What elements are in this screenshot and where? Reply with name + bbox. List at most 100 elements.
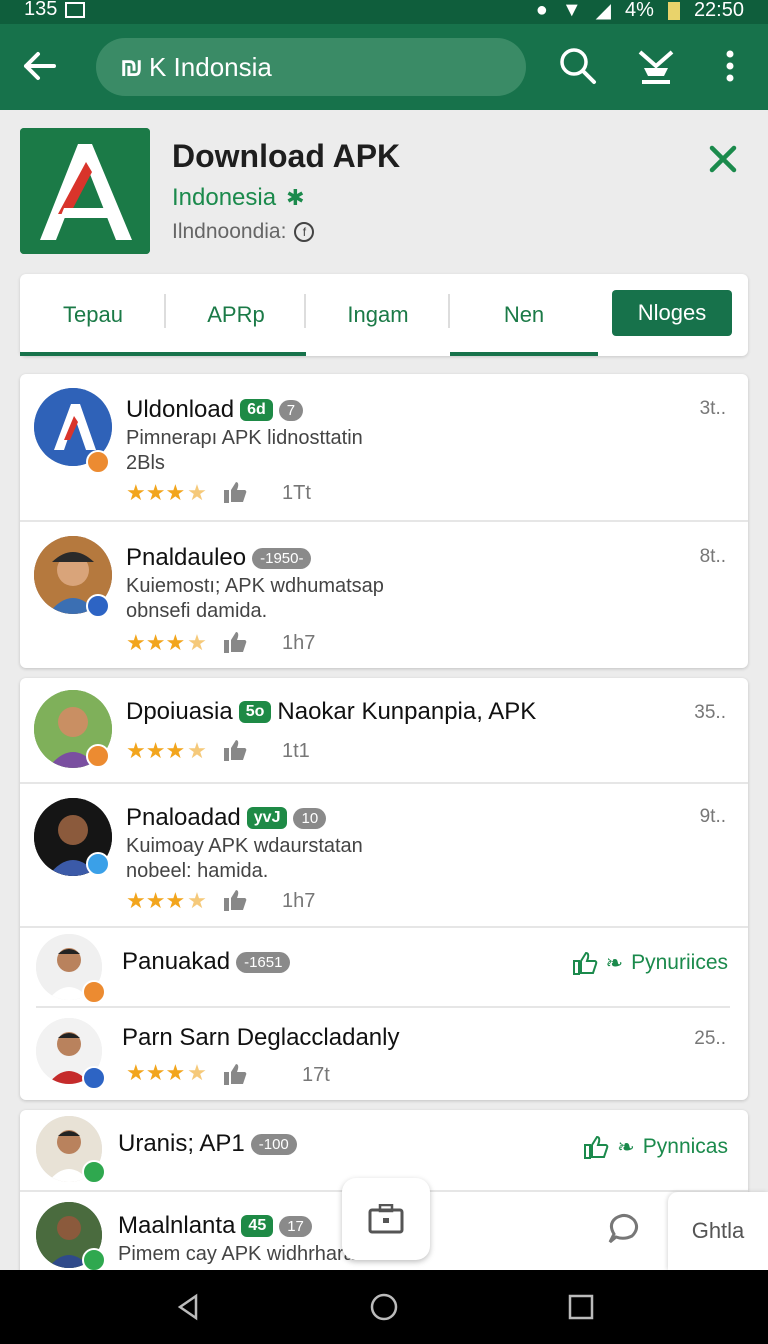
item-title: Panuakad -1651 (122, 948, 291, 976)
search-bar[interactable]: ₪ K Indonsia (96, 38, 526, 96)
badge-icon (82, 1248, 106, 1272)
leaf-icon: ❧ (605, 951, 624, 975)
tab-1[interactable]: Tepau (20, 274, 166, 356)
search-icon[interactable] (556, 44, 600, 88)
more-vert-icon[interactable] (708, 44, 752, 88)
app-header: Download APK Indonesia ✱ Ilndnoondia: f (0, 110, 768, 270)
item-title: Dpoiuasia 5o Naokar Kunpanpia, APK (126, 698, 536, 726)
tab-1-label: Tepau (63, 302, 123, 327)
desc-line-1: Pimnerapı APK lidnosttatin (126, 427, 363, 449)
badge-icon (86, 852, 110, 876)
badge-icon (86, 594, 110, 618)
thumb-up-icon[interactable] (222, 738, 248, 762)
region-text: Ilndnoondia: (172, 220, 287, 243)
subtitle-text: Indonesia (172, 184, 277, 211)
item-title: Pnaloadad yvJ 10 (126, 804, 327, 832)
thumb-up-outline-icon (572, 951, 597, 975)
item-description: Kuimoay APK wdaurstatan nobeel: hamida. (126, 834, 363, 884)
badge-icon (82, 1160, 106, 1184)
rating-chip: 5o (238, 701, 272, 723)
desc-line-2: 2Bls (126, 452, 165, 474)
subtitle: Indonesia ✱ (172, 184, 305, 212)
star-rating: ★★★ ★ (126, 888, 207, 913)
rating-chip: 45 (241, 1215, 274, 1237)
image-icon (65, 1, 86, 18)
tab-3[interactable]: Ingam (306, 274, 450, 356)
leaf-icon: ❧ (617, 1135, 635, 1159)
nav-recents-icon[interactable] (566, 1292, 596, 1322)
nav-back-icon[interactable] (174, 1292, 204, 1322)
chat-bubble-icon[interactable] (604, 1210, 642, 1248)
status-left-text: 135 (24, 0, 58, 20)
page-title: Download APK (172, 138, 401, 174)
nav-home-icon[interactable] (369, 1292, 399, 1322)
badge-icon (86, 450, 110, 474)
count-chip: -1651 (236, 951, 291, 973)
close-icon[interactable] (706, 142, 740, 176)
count-chip: -100 (250, 1133, 297, 1155)
download-icon[interactable] (634, 44, 678, 88)
list-item[interactable]: Dpoiuasia 5o Naokar Kunpanpia, APK ★★★ ★ … (20, 678, 748, 784)
badge-icon (82, 980, 106, 1004)
battery-icon (667, 1, 680, 20)
follow-button[interactable]: ❧ Pynuriices (572, 950, 728, 976)
follow-label: Pynuriices (631, 951, 728, 974)
thumb-up-icon[interactable] (222, 888, 248, 912)
follow-button[interactable]: ❧ Pynnicas (583, 1134, 728, 1160)
thumb-up-icon[interactable] (222, 1062, 248, 1086)
item-name: Uldonload (126, 396, 235, 423)
list-item[interactable]: Parn Sarn Deglaccladanly ★★★ ★ 17t 25.. (20, 1008, 748, 1100)
apk-logo-icon: ₪ (120, 51, 143, 82)
item-name: Uranis; AP1 (118, 1130, 245, 1157)
status-time: 22:50 (693, 0, 744, 21)
item-description: Kuiemostı; APK wdhumatsap obnsefi damida… (126, 574, 384, 624)
verified-icon: ✱ (286, 185, 305, 210)
item-title: Parn Sarn Deglaccladanly (122, 1024, 400, 1052)
item-name: Pnaldauleo (126, 544, 247, 571)
rating-chip: 6d (240, 399, 273, 421)
system-nav-bar (0, 1270, 768, 1344)
count-chip: -1950- (252, 547, 312, 569)
info-icon[interactable]: f (294, 222, 315, 242)
thumb-up-outline-icon (584, 1135, 609, 1159)
list-item[interactable]: Pnaloadad yvJ 10 Kuimoay APK wdaurstatan… (20, 784, 748, 928)
tab-2-label: APRp (207, 302, 265, 327)
star-rating: ★★★ ★ (126, 738, 207, 763)
item-size: 8t.. (699, 546, 726, 567)
floating-action-button[interactable] (342, 1178, 430, 1260)
search-bar-text: K Indonsia (148, 51, 272, 82)
desc-line-1: Kuimoay APK wdaurstatan (126, 835, 363, 857)
tab-4[interactable]: Nen (450, 274, 598, 356)
star-rating: ★★★ ★ (126, 630, 207, 655)
wifi-icon: ▼ (561, 0, 582, 21)
count-chip: 7 (278, 399, 304, 421)
side-button[interactable]: Ghtla (668, 1192, 768, 1270)
tab-bar: Tepau APRp Ingam Nen Nloges (20, 274, 748, 356)
list-item[interactable]: Uldonload 6d 7 Pimnerapı APK lidnosttati… (20, 374, 748, 522)
item-description: Pimnerapı APK lidnosttatin 2Bls (126, 426, 363, 476)
list-card: Dpoiuasia 5o Naokar Kunpanpia, APK ★★★ ★ … (20, 678, 748, 1100)
count-chip: 17 (279, 1215, 312, 1237)
item-name: Maalnlanta (118, 1212, 236, 1239)
back-arrow-icon[interactable] (18, 44, 62, 88)
tab-2[interactable]: APRp (166, 274, 306, 356)
status-bar: 135 ● ▼ ◢ 4% 22:50 (0, 0, 768, 24)
list-item[interactable]: Panuakad -1651 ❧ Pynuriices (20, 928, 748, 1008)
item-name: Pnaloadad (126, 804, 241, 831)
item-name: Dpoiuasia (126, 698, 233, 725)
list-item[interactable]: Pnaldauleo -1950- Kuiemostı; APK wdhumat… (20, 522, 748, 668)
item-size: 3t.. (699, 398, 726, 419)
badge-icon (82, 1066, 106, 1090)
tab-5-button[interactable]: Nloges (612, 290, 732, 336)
thumb-up-icon[interactable] (222, 630, 248, 654)
item-name: Parn Sarn Deglaccladanly (122, 1024, 400, 1051)
badge-icon (86, 744, 110, 768)
desc-line-2: nobeel: hamida. (126, 860, 269, 882)
star-rating: ★★★ ★ (126, 480, 207, 505)
vpn-icon: ● (535, 0, 548, 21)
signal-icon: ◢ (595, 0, 612, 22)
desc-line-1: Kuiemostı; APK wdhumatsap (126, 575, 384, 597)
thumb-up-icon[interactable] (222, 480, 248, 504)
item-size: 9t.. (699, 806, 726, 827)
desc-line-2: obnsefi damida. (126, 600, 268, 622)
